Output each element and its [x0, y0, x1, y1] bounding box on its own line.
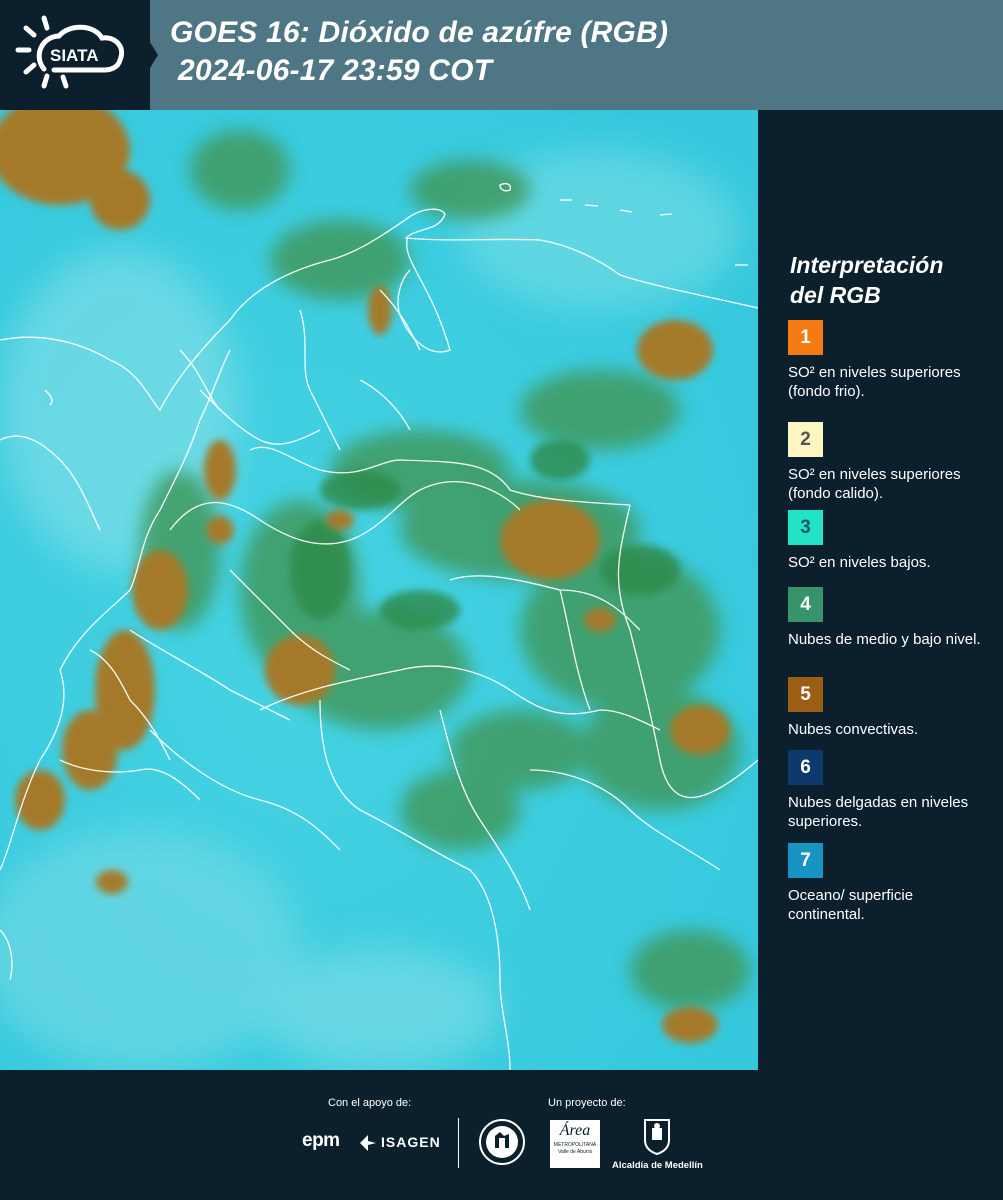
legend-item-3: 3 SO² en niveles bajos.	[788, 510, 988, 572]
area-logo-sub2: Valle de Aburrá	[558, 1149, 592, 1155]
legend-label: SO² en niveles superiores (fondo calido)…	[788, 466, 961, 502]
legend-item-7: 7 Oceano/ superficie continental.	[788, 843, 988, 924]
legend-item-4: 4 Nubes de medio y bajo nivel.	[788, 587, 988, 649]
title-line-product: GOES 16: Dióxido de azúfre (RGB)	[170, 16, 669, 49]
legend-swatch: 2	[788, 422, 823, 457]
satellite-map	[0, 110, 758, 1070]
legend-swatch: 7	[788, 843, 823, 878]
area-logo-sub1: METROPOLITANA	[553, 1142, 597, 1148]
project-label: Un proyecto de:	[548, 1097, 626, 1109]
support-label: Con el apoyo de:	[328, 1097, 412, 1109]
isagen-logo-text: ISAGEN	[381, 1134, 441, 1150]
legend-swatch: 3	[788, 510, 823, 545]
legend-item-5: 5 Nubes convectivas.	[788, 677, 988, 739]
legend-label: SO² en niveles superiores (fondo frio).	[788, 364, 961, 400]
legend-swatch: 6	[788, 750, 823, 785]
page-title: GOES 16: Dióxido de azúfre (RGB) 2024-06…	[170, 14, 668, 90]
isagen-logo-icon	[360, 1135, 376, 1151]
legend-label: Nubes delgadas en niveles superiores.	[788, 794, 969, 830]
legend-swatch: 4	[788, 587, 823, 622]
alcaldia-logo-text: Alcaldía de Medellín	[612, 1160, 703, 1171]
area-metropolitana-logo: Área METROPOLITANA Valle de Aburrá	[550, 1120, 600, 1168]
legend-label: Oceano/ superficie continental.	[788, 887, 914, 923]
legend-item-1: 1 SO² en niveles superiores (fondo frio).	[788, 320, 988, 401]
legend-item-6: 6 Nubes delgadas en niveles superiores.	[788, 750, 988, 831]
legend-title: Interpretación del RGB	[790, 250, 943, 310]
alcaldia-shield-icon	[644, 1119, 670, 1156]
legend-title-line-2: del RGB	[790, 282, 881, 308]
siata-logo: SIATA	[15, 15, 124, 89]
footer-separator	[458, 1118, 459, 1168]
legend-swatch: 1	[788, 320, 823, 355]
siata-logo-text: SIATA	[50, 46, 98, 65]
legend-title-line-1: Interpretación	[790, 252, 944, 278]
epm-logo: epm	[302, 1130, 340, 1151]
satellite-image	[0, 110, 758, 1070]
legend-item-2: 2 SO² en niveles superiores (fondo calido…	[788, 422, 988, 503]
area-logo-name: Área	[559, 1122, 591, 1139]
medellin-seal-icon	[479, 1119, 525, 1165]
title-line-datetime: 2024-06-17 23:59 COT	[178, 54, 493, 87]
legend-label: Nubes de medio y bajo nivel.	[788, 631, 981, 648]
legend-label: SO² en niveles bajos.	[788, 554, 931, 571]
header: SIATA GOES 16: Dióxido de azúfre (RGB) 2…	[0, 0, 1003, 110]
legend-label: Nubes convectivas.	[788, 721, 919, 738]
legend-swatch: 5	[788, 677, 823, 712]
